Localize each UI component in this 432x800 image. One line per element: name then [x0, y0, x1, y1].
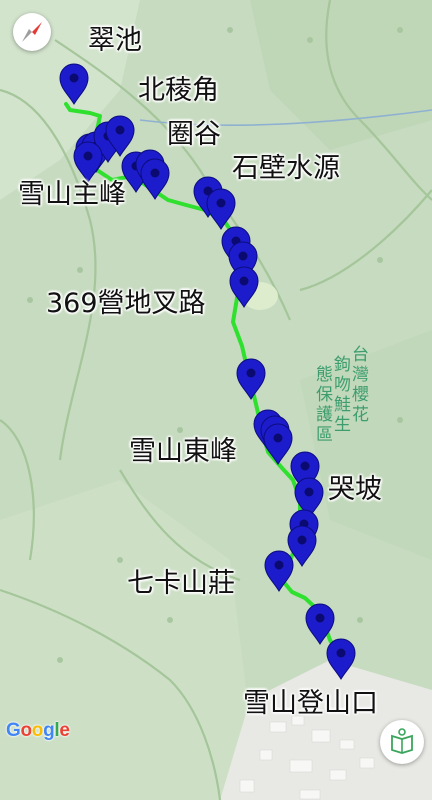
compass-icon	[22, 22, 42, 42]
compass-button[interactable]	[13, 13, 51, 51]
svg-text:灣: 灣	[352, 365, 369, 385]
svg-text:區: 區	[316, 425, 333, 445]
landmark-label-369-junction: 369營地叉路	[46, 288, 206, 319]
landmark-label-qika-lodge: 七卡山莊	[127, 568, 235, 599]
svg-text:態: 態	[316, 365, 333, 385]
svg-text:鉤: 鉤	[334, 355, 351, 375]
landmark-label-trailhead: 雪山登山口	[243, 688, 378, 719]
svg-text:櫻: 櫻	[352, 384, 369, 405]
map-book-icon	[391, 728, 413, 754]
landmark-label-xueshan-east-peak: 雪山東峰	[129, 436, 237, 467]
landmark-label-shibishuiyuan: 石壁水源	[232, 153, 340, 184]
landmark-label-quangu: 圈谷	[167, 119, 221, 150]
svg-text:保: 保	[316, 385, 333, 405]
svg-text:吻: 吻	[334, 375, 351, 395]
map-book-button[interactable]	[380, 720, 424, 764]
svg-text:鮭: 鮭	[334, 395, 351, 415]
landmark-label-beilengjiao: 北稜角	[138, 75, 219, 106]
svg-text:生: 生	[334, 415, 351, 435]
svg-text:護: 護	[316, 405, 333, 425]
park-name-label-part1: 台	[352, 345, 369, 365]
svg-text:花: 花	[352, 405, 369, 425]
landmark-label-cuichi: 翠池	[88, 25, 142, 56]
landmark-label-xueshan-main-peak: 雪山主峰	[18, 179, 126, 210]
google-logo: Google	[6, 720, 70, 741]
landmark-label-kupo: 哭坡	[328, 474, 382, 505]
